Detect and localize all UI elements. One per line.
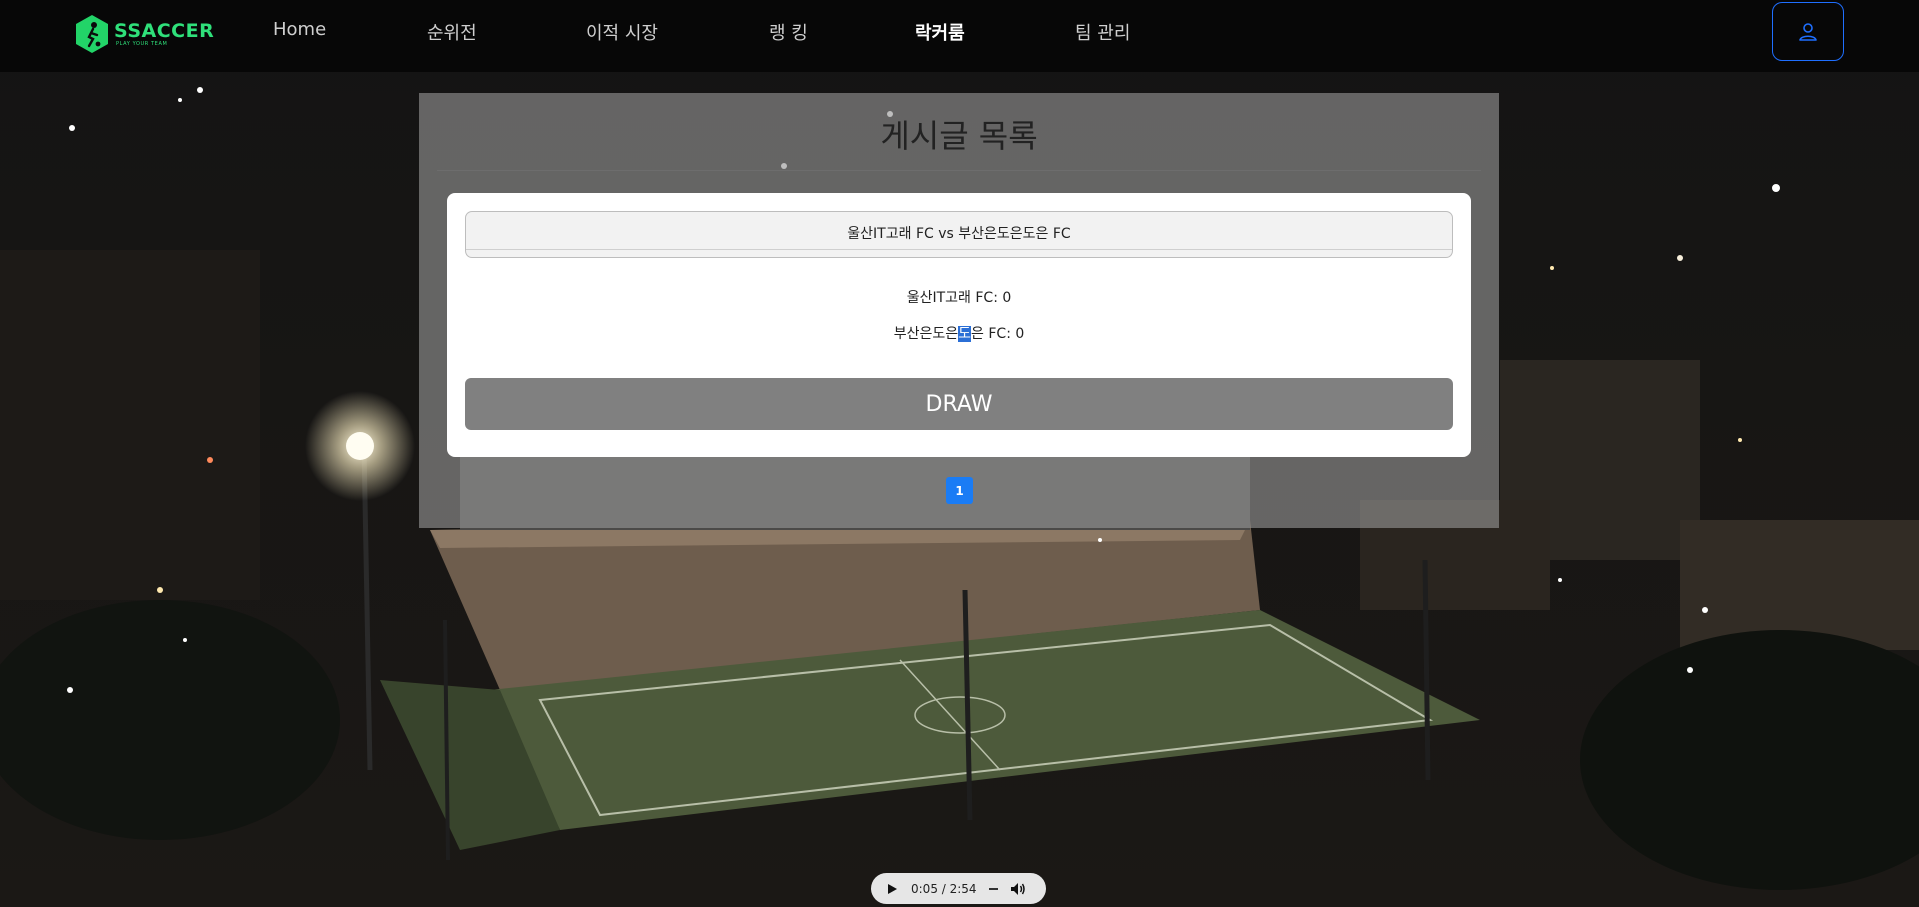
user-profile-button[interactable] [1772, 2, 1844, 61]
match-header[interactable]: 울산IT고래 FC vs 부산은도은도은 FC [465, 211, 1453, 258]
audio-player[interactable]: 0:05 / 2:54 [871, 873, 1046, 904]
brand-name: SSACCER [114, 19, 215, 42]
nav-ranking[interactable]: 랭 킹 [769, 19, 808, 45]
nav-ranked-match[interactable]: 순위전 [427, 19, 477, 45]
audio-time: 0:05 / 2:54 [911, 881, 977, 896]
home-team-score: 울산IT고래 FC: 0 [906, 290, 1012, 306]
nav-transfer-market[interactable]: 이적 시장 [586, 19, 658, 45]
header-divider [466, 249, 1452, 250]
volume-icon[interactable] [1010, 882, 1026, 896]
top-navbar: SSACCER PLAY YOUR TEAM Home 순위전 이적 시장 랭 … [0, 0, 1919, 72]
post-card[interactable]: 울산IT고래 FC vs 부산은도은도은 FC 울산IT고래 FC: 0 부산은… [447, 193, 1471, 457]
selected-text: 도 [958, 326, 972, 342]
away-team-score: 부산은도은도은 FC: 0 [447, 323, 1471, 343]
audio-seek-bar[interactable] [988, 887, 998, 890]
user-icon [1799, 22, 1817, 41]
page-title: 게시글 목록 [880, 117, 1038, 155]
play-icon[interactable] [888, 883, 897, 894]
pagination-page-1[interactable]: 1 [946, 477, 973, 504]
brand-logo[interactable]: SSACCER PLAY YOUR TEAM [74, 14, 214, 54]
away-score-suffix: 은 FC: 0 [971, 326, 1025, 342]
title-divider [437, 170, 1481, 171]
match-title: 울산IT고래 FC vs 부산은도은도은 FC [847, 226, 1071, 242]
nav-locker-room[interactable]: 락커룸 [915, 19, 965, 45]
nav-team-management[interactable]: 팀 관리 [1075, 19, 1130, 45]
match-result-button[interactable]: DRAW [465, 378, 1453, 430]
away-score-prefix: 부산은도은 [893, 326, 959, 342]
post-list-panel: 게시글 목록 울산IT고래 FC vs 부산은도은도은 FC 울산IT고래 FC… [419, 93, 1499, 528]
soccer-player-icon [76, 15, 108, 53]
nav-home[interactable]: Home [273, 19, 326, 40]
